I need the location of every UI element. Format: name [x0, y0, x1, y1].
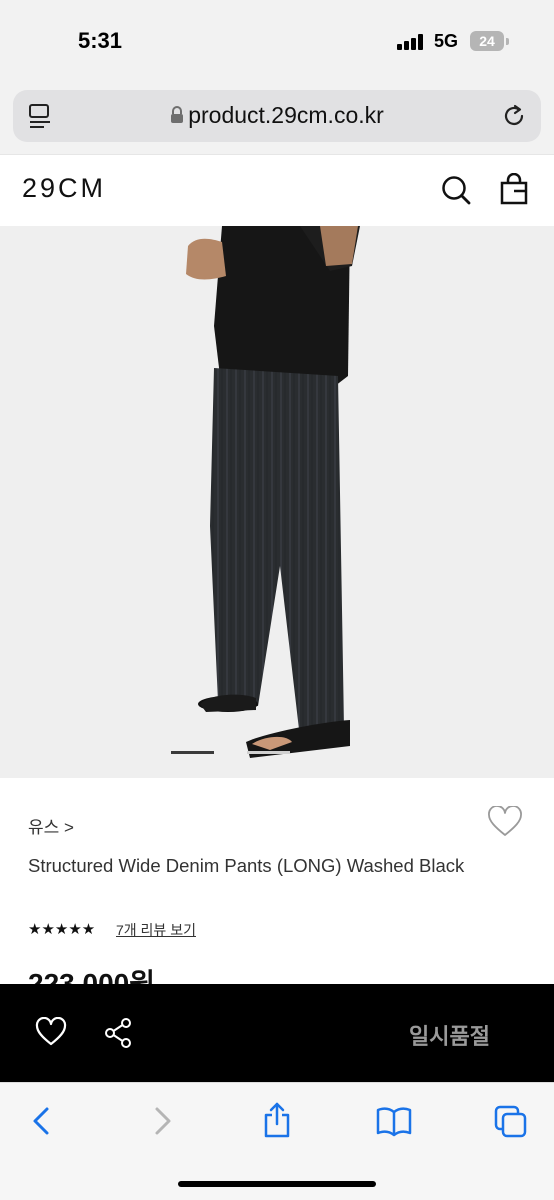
battery-tip [506, 38, 509, 45]
address-bar[interactable]: product.29cm.co.kr [13, 90, 541, 142]
share-sheet-icon[interactable] [262, 1101, 292, 1144]
product-price: 223,000원 [28, 968, 155, 984]
review-link[interactable]: 7개 리뷰 보기 [116, 920, 196, 940]
url-display[interactable]: product.29cm.co.kr [13, 102, 541, 130]
status-time: 5:31 [78, 28, 123, 53]
shopping-bag-icon[interactable] [499, 172, 529, 210]
heart-icon[interactable] [35, 1016, 67, 1052]
battery-icon: 24 [470, 31, 504, 51]
site-logo[interactable]: 29CM [22, 173, 106, 204]
home-indicator [178, 1181, 376, 1187]
forward-icon[interactable] [150, 1105, 174, 1142]
soldout-button[interactable]: 일시품절 [409, 1019, 490, 1051]
rating-stars: ★★★★★ [28, 921, 96, 938]
browser-address-area: product.29cm.co.kr [0, 82, 554, 154]
carousel-dot-active[interactable] [171, 751, 214, 754]
status-bar: 5:31 5G 24 [0, 0, 554, 82]
brand-link[interactable]: 유스 > [28, 813, 74, 838]
reload-icon[interactable] [501, 102, 527, 135]
site-header: 29CM [0, 154, 554, 226]
product-photo [186, 226, 360, 758]
bookmarks-icon[interactable] [376, 1105, 412, 1142]
network-type: 5G [434, 31, 459, 51]
browser-toolbar [0, 1082, 554, 1200]
back-icon[interactable] [30, 1105, 54, 1142]
purchase-bar: 일시품절 [0, 984, 554, 1082]
search-icon[interactable] [440, 174, 472, 211]
product-title: Structured Wide Denim Pants (LONG) Washe… [28, 855, 465, 876]
tabs-icon[interactable] [494, 1105, 528, 1144]
product-image-carousel[interactable] [0, 226, 554, 778]
lock-icon [170, 103, 184, 130]
signal-icon [397, 34, 427, 50]
url-text: product.29cm.co.kr [188, 102, 384, 128]
share-icon[interactable] [104, 1017, 134, 1054]
heart-icon[interactable] [487, 805, 523, 843]
carousel-dot[interactable] [247, 751, 290, 754]
